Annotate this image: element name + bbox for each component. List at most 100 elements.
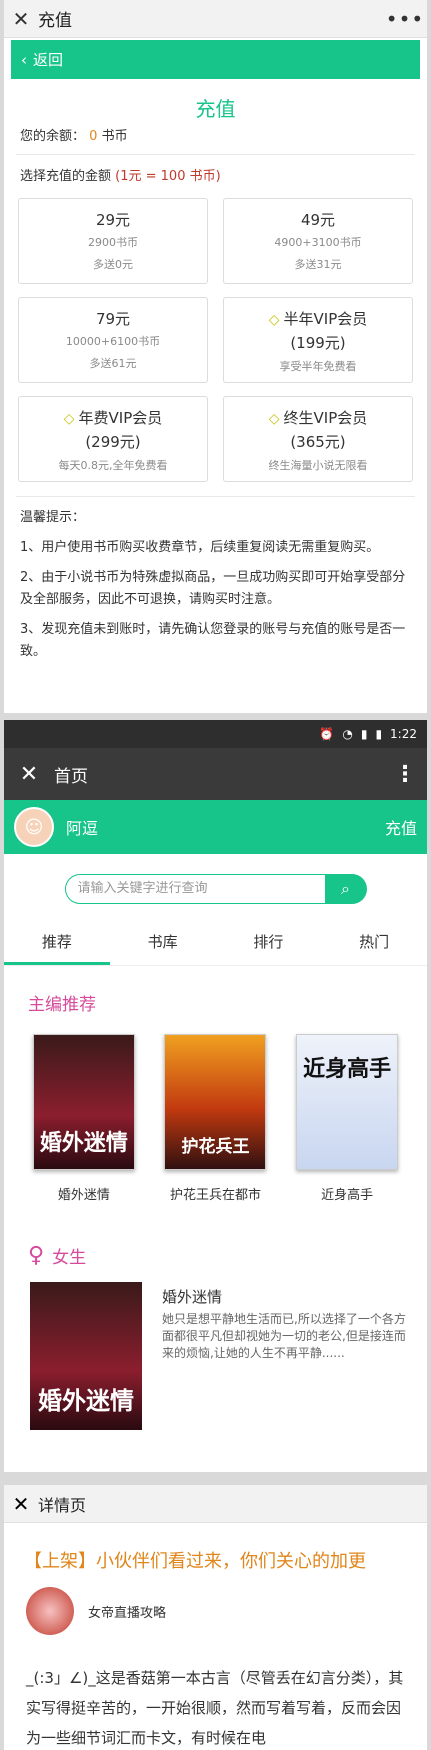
vip-halfyear-option[interactable]: ◇ 半年VIP会员 (199元) 享受半年免费看 bbox=[223, 297, 413, 383]
close-icon[interactable]: ✕ bbox=[4, 762, 54, 787]
coins: 2900书币 bbox=[88, 236, 138, 249]
book-title: 护花王兵在都市 bbox=[169, 1188, 261, 1203]
balance-unit: 书币 bbox=[101, 129, 128, 144]
vip-price: (199元) bbox=[290, 334, 346, 352]
coins: 4900+3100书币 bbox=[274, 236, 362, 249]
battery-icon: ▮ bbox=[375, 727, 383, 741]
balance-line: 您的余额： 0 书币 bbox=[4, 125, 427, 144]
detail-panel: ✕ 详情页 【上架】小伙伴们看过来，你们关心的加更 女帝直播攻略 _(:3」∠)… bbox=[4, 1485, 427, 1750]
bonus: 多送61元 bbox=[89, 357, 137, 370]
tab-library[interactable]: 书库 bbox=[110, 922, 216, 965]
featured-cover: 婚外迷情 bbox=[30, 1282, 142, 1430]
alarm-icon: ⏰ bbox=[319, 727, 335, 741]
search-box: 请输入关键字进行查询 ⌕ bbox=[64, 874, 367, 904]
username: 阿逗 bbox=[66, 819, 99, 838]
bonus: 多送31元 bbox=[294, 258, 342, 271]
vip-year-option[interactable]: ◇ 年费VIP会员 (299元) 每天0.8元,全年免费看 bbox=[18, 396, 208, 482]
tab-bar: 推荐 书库 排行 热门 bbox=[4, 922, 427, 966]
featured-desc: 她只是想平静地生活而已,所以选择了一个各方面都很平凡但却视她为一切的老公,但是接… bbox=[162, 1312, 406, 1360]
close-icon[interactable]: ✕ bbox=[4, 7, 38, 31]
diamond-icon: ◇ bbox=[268, 312, 280, 328]
divider bbox=[16, 154, 415, 155]
vip-price: (299元) bbox=[85, 433, 141, 451]
user-bar: ☺ 阿逗 充值 bbox=[4, 800, 427, 854]
editor-pick-list: 婚外迷情 婚外迷情 护花兵王 护花王兵在都市 近身高手 近身高手 bbox=[4, 1034, 427, 1203]
book-card[interactable]: 护花兵王 护花王兵在都市 bbox=[160, 1034, 270, 1203]
article-title: 【上架】小伙伴们看过来，你们关心的加更 bbox=[24, 1551, 366, 1572]
app-title-bar: ✕ 首页 ⋮ bbox=[4, 748, 427, 800]
wifi-icon: ◔ bbox=[342, 727, 353, 741]
author-row: 女帝直播攻略 bbox=[4, 1579, 427, 1643]
tips-title: 温馨提示： bbox=[20, 510, 86, 525]
female-icon: ♀ bbox=[28, 1243, 45, 1268]
article-body: _(:3」∠)_这是香菇第一本古言（尽管丢在幻言分类），其实写得挺辛苦的，一开始… bbox=[26, 1669, 404, 1747]
back-button[interactable]: ‹ 返回 bbox=[11, 40, 420, 79]
search-input[interactable]: 请输入关键字进行查询 bbox=[64, 874, 325, 904]
tab-ranking[interactable]: 排行 bbox=[216, 922, 322, 965]
tip-item: 3、发现充值未到账时，请先确认您登录的账号与充值的账号是否一致。 bbox=[20, 622, 406, 659]
featured-info: 婚外迷情 她只是想平静地生活而已,所以选择了一个各方面都很平凡但却视她为一切的老… bbox=[142, 1282, 427, 1430]
select-amount-line: 选择充值的金额 (1元 = 100 书币) bbox=[4, 165, 427, 184]
status-time: 1:22 bbox=[390, 727, 417, 741]
more-icon[interactable]: ••• bbox=[383, 7, 427, 31]
book-card[interactable]: 婚外迷情 婚外迷情 bbox=[29, 1034, 139, 1203]
status-bar: ⏰ ◔ ▮ ▮ 1:22 bbox=[4, 720, 427, 748]
tip-item: 1、用户使用书币购买收费章节，后续重复阅读无需重复购买。 bbox=[20, 540, 380, 555]
tip-item: 2、由于小说书币为特殊虚拟商品，一旦成功购买即可开始享受部分及全部服务，因此不可… bbox=[20, 570, 406, 607]
editor-pick-title: 主编推荐 bbox=[28, 995, 96, 1015]
select-label: 选择充值的金额 bbox=[20, 169, 112, 184]
tips-section: 温馨提示： 1、用户使用书币购买收费章节，后续重复阅读无需重复购买。 2、由于小… bbox=[4, 507, 427, 663]
page-title: 充值 bbox=[195, 97, 236, 121]
female-label: 女生 bbox=[52, 1248, 87, 1268]
tab-hot[interactable]: 热门 bbox=[321, 922, 427, 965]
balance-value: 0 bbox=[89, 129, 98, 144]
coins: 10000+6100书币 bbox=[65, 335, 161, 348]
amount: 79元 bbox=[95, 310, 131, 328]
author-name: 女帝直播攻略 bbox=[88, 1605, 167, 1621]
balance-label: 您的余额： bbox=[20, 129, 86, 144]
book-cover: 婚外迷情 bbox=[32, 1034, 135, 1170]
detail-title-bar: ✕ 详情页 bbox=[4, 1485, 427, 1523]
recharge-link[interactable]: 充值 bbox=[385, 815, 417, 839]
vip-title: 年费VIP会员 bbox=[78, 409, 163, 427]
book-title: 婚外迷情 bbox=[57, 1188, 110, 1203]
divider bbox=[16, 496, 415, 497]
more-vertical-icon[interactable]: ⋮ bbox=[383, 762, 427, 787]
book-cover: 护花兵王 bbox=[164, 1034, 267, 1170]
author-avatar[interactable] bbox=[26, 1587, 74, 1635]
signal-icon: ▮ bbox=[360, 727, 368, 741]
vip-price: (365元) bbox=[290, 433, 346, 451]
amount-option-29[interactable]: 29元 2900书币 多送0元 bbox=[18, 198, 208, 284]
vip-desc: 终生海量小说无限看 bbox=[268, 459, 368, 472]
search-button[interactable]: ⌕ bbox=[324, 874, 367, 904]
close-icon[interactable]: ✕ bbox=[4, 1492, 38, 1516]
amount-option-49[interactable]: 49元 4900+3100书币 多送31元 bbox=[223, 198, 413, 284]
bonus: 多送0元 bbox=[93, 258, 133, 271]
home-panel: ⏰ ◔ ▮ ▮ 1:22 ✕ 首页 ⋮ ☺ 阿逗 充值 请输入关键字进行查询 ⌕… bbox=[4, 720, 427, 1472]
book-card[interactable]: 近身高手 近身高手 bbox=[292, 1034, 402, 1203]
wechat-title-bar: ✕ 充值 ••• bbox=[4, 0, 427, 38]
chevron-left-icon: ‹ bbox=[21, 50, 27, 69]
page-title: 详情页 bbox=[38, 1495, 87, 1515]
tab-recommend[interactable]: 推荐 bbox=[4, 922, 110, 965]
book-cover: 近身高手 bbox=[296, 1034, 399, 1170]
amount-option-79[interactable]: 79元 10000+6100书币 多送61元 bbox=[18, 297, 208, 383]
diamond-icon: ◇ bbox=[63, 411, 75, 427]
featured-title: 婚外迷情 bbox=[162, 1288, 223, 1306]
featured-book[interactable]: 婚外迷情 婚外迷情 她只是想平静地生活而已,所以选择了一个各方面都很平凡但却视她… bbox=[4, 1282, 427, 1430]
vip-lifetime-option[interactable]: ◇ 终生VIP会员 (365元) 终生海量小说无限看 bbox=[223, 396, 413, 482]
wechat-title: 充值 bbox=[38, 11, 72, 31]
recharge-panel: ✕ 充值 ••• ‹ 返回 充值 您的余额： 0 书币 选择充值的金额 (1元 … bbox=[4, 0, 427, 713]
vip-desc: 每天0.8元,全年免费看 bbox=[58, 459, 168, 472]
vip-desc: 享受半年免费看 bbox=[279, 360, 357, 373]
avatar[interactable]: ☺ bbox=[14, 807, 54, 847]
amount: 29元 bbox=[95, 211, 131, 229]
book-title: 近身高手 bbox=[321, 1188, 374, 1203]
rate-note: (1元 = 100 书币) bbox=[115, 169, 221, 184]
vip-title: 终生VIP会员 bbox=[283, 409, 368, 427]
back-label: 返回 bbox=[33, 51, 64, 69]
female-section-title: ♀ 女生 bbox=[4, 1243, 427, 1268]
diamond-icon: ◇ bbox=[268, 411, 280, 427]
search-icon: ⌕ bbox=[341, 879, 350, 898]
amount: 49元 bbox=[300, 211, 336, 229]
